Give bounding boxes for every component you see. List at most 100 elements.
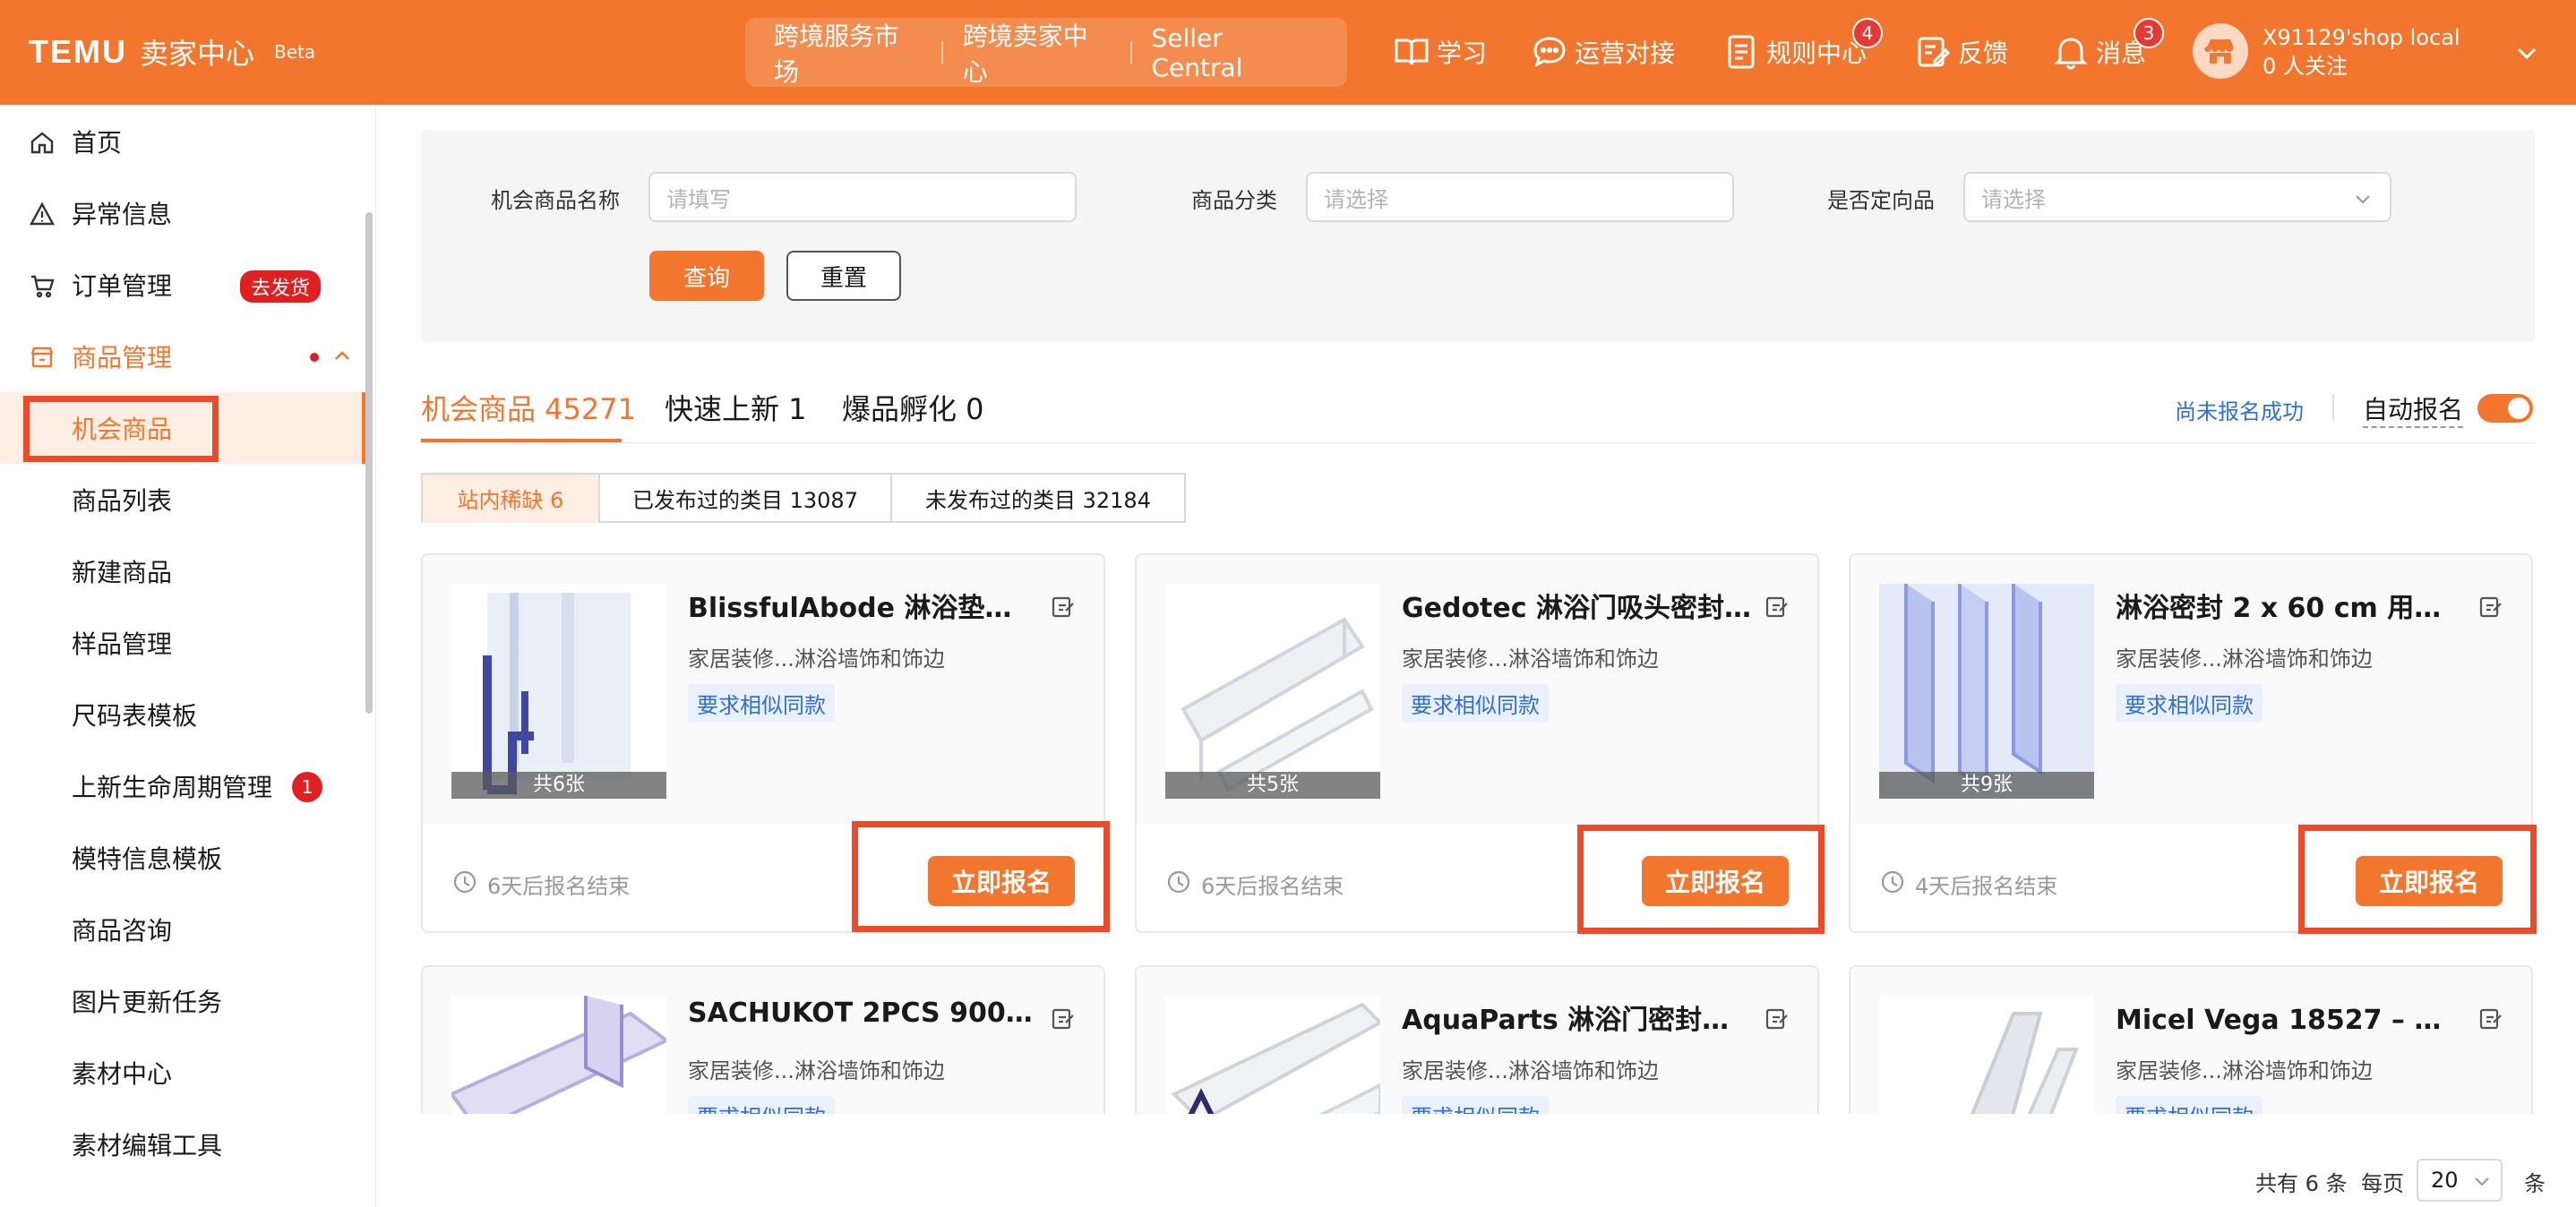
nav-link-seller-center[interactable]: 跨境卖家中心 [963,17,1111,89]
product-title[interactable]: Gedotec 淋浴门吸头密封... [1402,586,1751,625]
page-size-value: 20 [2431,1168,2459,1193]
edit-icon[interactable] [1764,593,1790,620]
header-nav: 跨境服务市场 跨境卖家中心 Seller Central [745,18,1347,87]
edit-icon[interactable] [1764,1005,1790,1032]
reset-button[interactable]: 重置 [786,251,901,301]
sidebar-item-label: 首页 [72,128,123,158]
image-count: 共9张 [1879,772,2094,799]
highlight-box [23,396,219,462]
header-learn[interactable]: 学习 [1392,32,1487,72]
user-info[interactable]: X91129'shop local 0 人关注 [2263,23,2460,81]
book-icon [1395,39,1429,65]
home-icon [30,132,54,154]
chevron-down-icon[interactable] [2513,39,2540,66]
category-select[interactable]: 请选择 [1306,172,1734,222]
nav-link-service-market[interactable]: 跨境服务市场 [774,17,922,89]
shower-seal-image [483,593,631,794]
query-button[interactable]: 查询 [649,251,764,301]
product-image[interactable]: 共9张 [1879,584,2094,799]
sidebar-item-orders[interactable]: 订单管理 去发货 [0,249,367,321]
page-size-select[interactable]: 20 [2417,1159,2503,1202]
tabs-divider [421,442,2535,443]
subtab-published-categories[interactable]: 已发布过的类目 13087 [598,473,892,523]
avatar[interactable] [2193,23,2248,79]
targeted-select[interactable]: 请选择 [1963,172,2391,222]
sidebar-item-image-tasks[interactable]: 图片更新任务 [0,965,367,1037]
image-count: 共6张 [451,772,666,799]
total-count: 共有 6 条 [2255,1171,2348,1196]
document-icon [1728,35,1755,69]
header-rules[interactable]: 规则中心 4 [1722,18,1883,72]
sidebar-item-label: 尺码表模板 [72,701,198,731]
sidebar-scrollbar[interactable] [365,212,373,714]
product-name-input[interactable]: 请填写 [648,172,1077,222]
sidebar-item-size-chart[interactable]: 尺码表模板 [0,679,367,750]
subtab-scarce[interactable]: 站内稀缺 6 [421,473,600,523]
edit-icon[interactable] [1050,1005,1077,1032]
shop-icon [30,347,54,368]
clock-icon [1167,870,1190,894]
product-category: 家居装修...淋浴墙饰和饰边 [1402,1058,1659,1083]
beta-badge: Beta [274,41,316,63]
sidebar-item-asset-editor[interactable]: 素材编辑工具 [0,1109,367,1180]
sidebar: 首页 异常信息 订单管理 去发货 商品管理 机会商品 商品列表 新建商品 样品管… [0,105,376,1207]
clock-icon [453,870,477,894]
edit-icon[interactable] [2477,593,2504,620]
rules-badge: 4 [1852,18,1883,48]
edit-icon[interactable] [1050,593,1077,620]
count-badge: 1 [292,772,322,802]
sidebar-item-model-template[interactable]: 模特信息模板 [0,822,367,894]
product-title[interactable]: BlissfulAbode 淋浴垫片... [688,586,1037,625]
chat-icon [1533,37,1566,67]
sidebar-item-exceptions[interactable]: 异常信息 [0,177,367,249]
sidebar-item-new-product[interactable]: 新建商品 [0,535,367,607]
product-title[interactable]: Micel Vega 18527 – 型材... [2116,997,2465,1037]
image-count: 共5张 [1165,772,1380,799]
tab-quick-launch[interactable]: 快速上新 1 [665,387,807,428]
sidebar-item-samples[interactable]: 样品管理 [0,607,367,679]
product-image[interactable]: 共5张 [1165,584,1380,799]
nav-divider [940,40,943,64]
header-feedback[interactable]: 反馈 [1913,32,2008,72]
sidebar-item-inquiries[interactable]: 商品咨询 [0,894,367,965]
nav-link-seller-central[interactable]: Seller Central [1152,23,1319,82]
product-title[interactable]: SACHUKOT 2PCS 900m... [688,997,1037,1029]
logo[interactable]: TEMU 卖家中心 Beta [29,32,315,72]
targeted-select-value: 请选择 [1981,186,2046,212]
shower-seal-image [1879,584,2094,799]
feedback-icon [1918,37,1951,67]
sidebar-item-label: 素材编辑工具 [72,1131,223,1160]
tab-opportunity[interactable]: 机会商品 45271 [421,387,636,428]
sidebar-item-lifecycle[interactable]: 上新生命周期管理 1 [0,750,367,822]
enroll-deadline: 4天后报名结束 [1915,874,2058,899]
auto-enroll-toggle[interactable] [2477,394,2533,423]
sidebar-item-label: 商品列表 [72,486,173,516]
edit-icon[interactable] [2477,1005,2504,1032]
sidebar-item-label: 订单管理 [72,271,173,301]
sidebar-item-assets[interactable]: 素材中心 [0,1037,367,1109]
chevron-up-icon[interactable] [331,346,353,367]
user-name: X91129'shop local [2263,25,2460,50]
product-category: 家居装修...淋浴墙饰和饰边 [2116,1058,2373,1083]
tab-hot-incubation[interactable]: 爆品孵化 0 [842,387,984,428]
header-messages[interactable]: 消息 3 [2051,18,2164,72]
per-page-label: 每页 [2361,1171,2404,1196]
sidebar-item-home[interactable]: 首页 [0,106,367,177]
subtab-unpublished-categories[interactable]: 未发布过的类目 32184 [890,473,1186,523]
sidebar-item-label: 异常信息 [72,200,173,229]
sidebar-item-product-list[interactable]: 商品列表 [0,464,367,535]
messages-badge: 3 [2134,18,2164,48]
similar-product-tag: 要求相似同款 [688,684,835,723]
sidebar-item-label: 商品咨询 [72,916,173,946]
not-enrolled-link[interactable]: 尚未报名成功 [2175,394,2304,425]
header-ops[interactable]: 运营对接 [1530,32,1675,72]
product-image[interactable]: 共6张 [451,584,666,799]
sidebar-item-label: 图片更新任务 [72,988,223,1017]
highlight-box [1577,825,1825,934]
product-title[interactable]: 淋浴密封 2 x 60 cm 用于 ... [2116,586,2465,625]
highlight-box [852,821,1110,932]
sidebar-item-products[interactable]: 商品管理 [0,321,367,392]
product-title[interactable]: AquaParts 淋浴门密封条... [1402,997,1751,1037]
chevron-down-icon [2475,1177,2489,1186]
bell-icon [2054,38,2088,70]
